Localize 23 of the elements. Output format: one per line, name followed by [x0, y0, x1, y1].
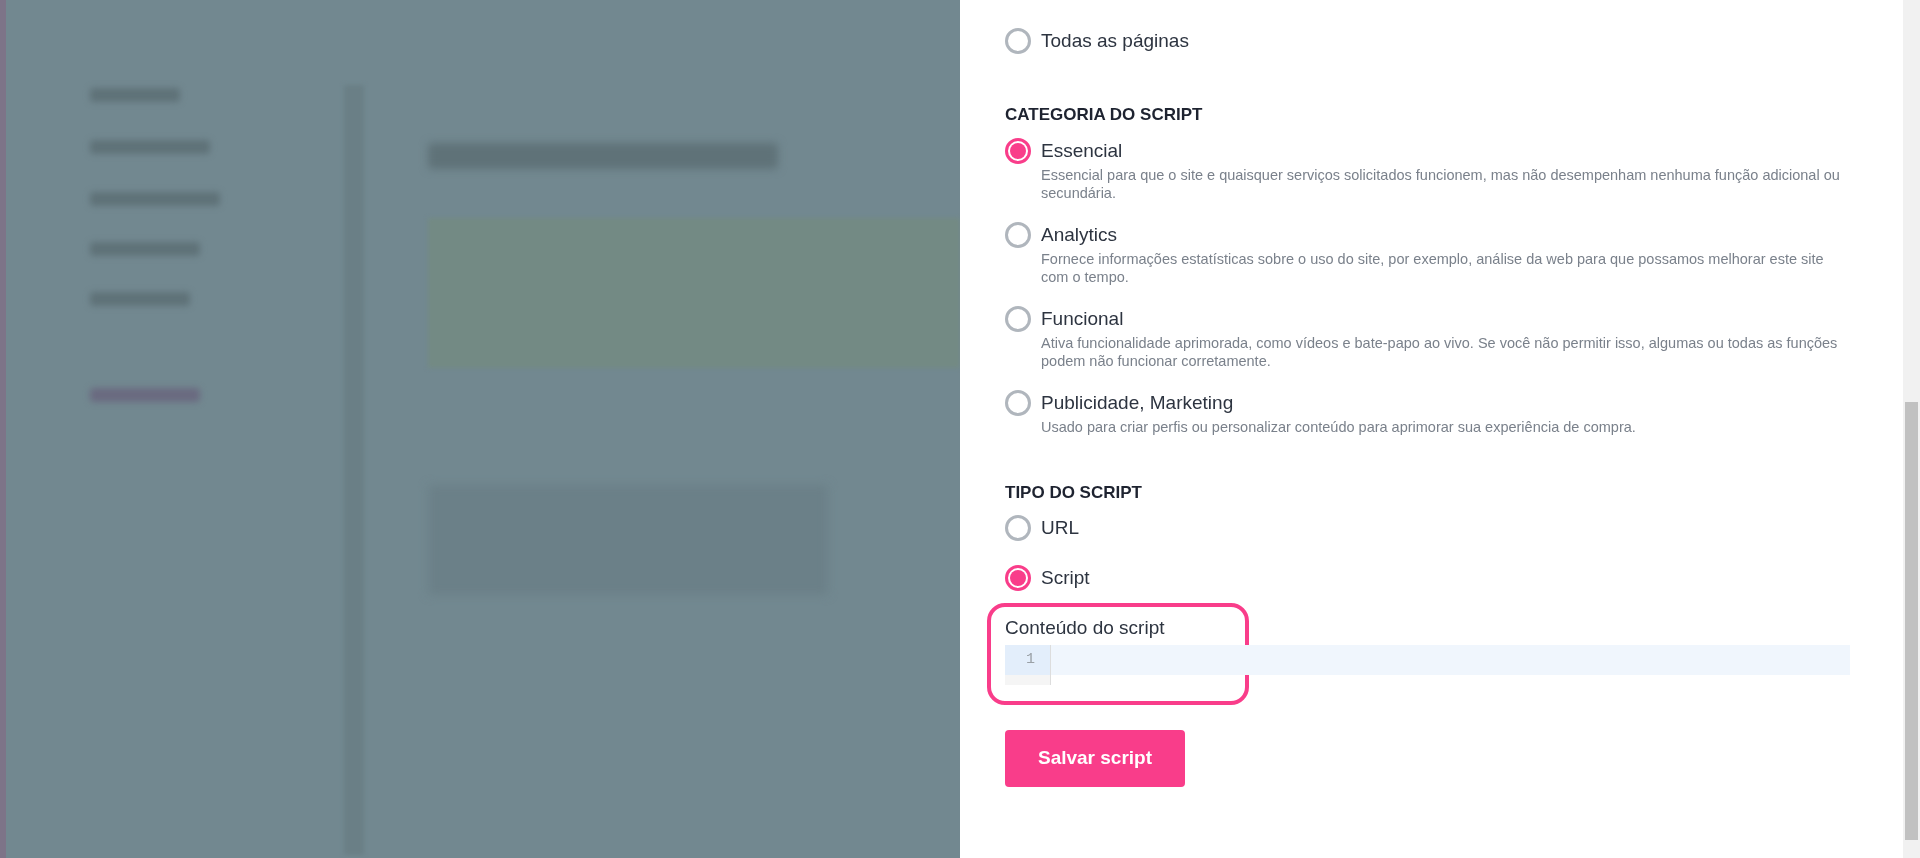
section-heading: CATEGORIA DO SCRIPT [1005, 104, 1204, 126]
option-label[interactable]: Publicidade, Marketing [1041, 389, 1636, 416]
option-description: Fornece informações estatísticas sobre o uso do site, por exemplo, análise da web para que possamos melhorar este site com o tempo. [1041, 249, 1825, 286]
option-label[interactable]: Todas as páginas [1041, 28, 1189, 54]
radio-button[interactable] [1005, 389, 1031, 416]
radio-button[interactable] [1005, 137, 1031, 164]
option-label[interactable]: Essencial [1041, 137, 1841, 164]
radio-button[interactable] [1005, 515, 1031, 541]
option-description: Ativa funcionalidade aprimorada, como vídeos e bate-papo ao vivo. Se você não permitir isso, algumas ou todas as funções podem não funcionar corretamente. [1041, 333, 1839, 370]
option-label[interactable]: Analytics [1041, 221, 1841, 248]
option-label[interactable]: Funcional [1041, 305, 1841, 332]
radio-button[interactable] [1005, 565, 1031, 591]
option-description: Essencial para que o site e quaisquer serviços solicitados funcionem, mas não desempenham nenhuma função adicional ou secundária. [1041, 165, 1841, 202]
radio-button[interactable] [1005, 28, 1031, 54]
radio-button[interactable] [1005, 221, 1031, 248]
section-heading: TIPO DO SCRIPT [1005, 481, 1143, 504]
option-description: Usado para criar perfis ou personalizar conteúdo para aprimorar sua experiência de compra. [1041, 417, 1636, 436]
radio-button[interactable] [1005, 305, 1031, 332]
option-label[interactable]: Script [1041, 565, 1090, 591]
option-label[interactable]: URL [1041, 515, 1079, 541]
field-label: Conteúdo do script [1005, 616, 1166, 640]
scrollbar[interactable] [1903, 0, 1920, 858]
line-number: 1 [1005, 645, 1050, 675]
